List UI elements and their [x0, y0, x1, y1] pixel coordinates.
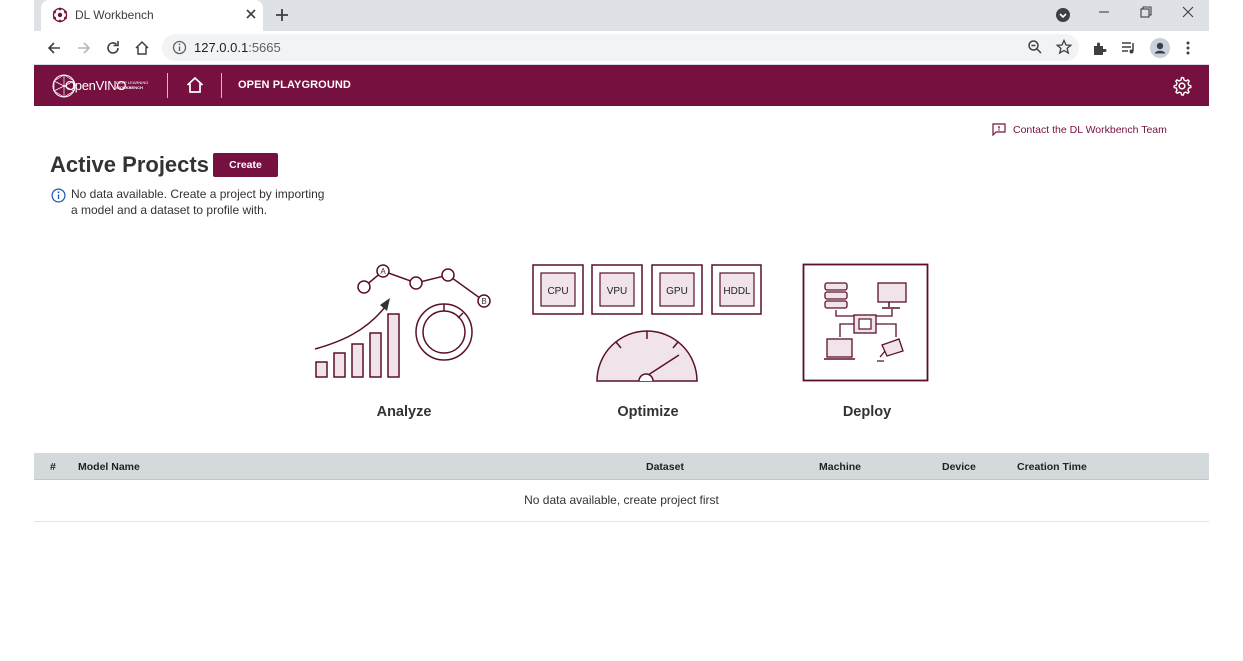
browser-toolbar: 127.0.0.1:5665: [34, 31, 1209, 65]
create-project-button[interactable]: Create: [213, 153, 278, 177]
contact-team-label: Contact the DL Workbench Team: [1013, 124, 1167, 136]
optimize-label: Optimize: [617, 404, 679, 420]
deploy-feature: [802, 263, 929, 383]
empty-table-message: No data available, create project first: [524, 493, 719, 507]
profile-icon[interactable]: [1150, 38, 1170, 58]
restore-icon[interactable]: [1138, 4, 1154, 20]
url-text: 127.0.0.1:5665: [194, 40, 281, 55]
tab-search-icon[interactable]: [1056, 8, 1070, 22]
zoom-icon[interactable]: [1026, 38, 1044, 56]
logo-subtext: DEEP LEARNING WORKBENCH: [116, 80, 149, 90]
extensions-icon[interactable]: [1091, 39, 1109, 57]
browser-chrome: DL Workbench 127.0.0.1:5665: [34, 0, 1209, 65]
projects-table-header: # Model Name Dataset Machine Device Crea…: [34, 453, 1209, 480]
cpu-label: CPU: [547, 286, 568, 297]
header-divider: [221, 73, 222, 98]
deploy-label: Deploy: [842, 404, 892, 420]
column-header-device[interactable]: Device: [942, 461, 976, 473]
info-icon: [51, 188, 66, 203]
analyze-feature: A B: [310, 262, 500, 382]
table-row: No data available, create project first: [34, 480, 1209, 522]
app-header: OpenVINO DEEP LEARNING WORKBENCH OPEN PL…: [34, 65, 1209, 106]
gear-icon[interactable]: [1172, 76, 1192, 96]
media-icon[interactable]: [1120, 39, 1138, 57]
no-projects-message: No data available. Create a project by i…: [71, 187, 325, 217]
home-icon[interactable]: [185, 75, 205, 95]
feedback-icon: [992, 123, 1006, 136]
deploy-illustration-icon: [802, 263, 929, 382]
analyze-illustration-icon: A B: [314, 264, 491, 378]
plus-icon[interactable]: [272, 5, 292, 25]
browser-tab[interactable]: DL Workbench: [41, 0, 263, 31]
optimize-illustration-icon: CPU VPU GPU HDDL: [532, 264, 762, 382]
reload-icon[interactable]: [104, 39, 122, 57]
openvino-logo[interactable]: OpenVINO DEEP LEARNING WORKBENCH: [50, 71, 154, 101]
vpu-label: VPU: [607, 286, 628, 297]
header-divider: [167, 73, 168, 98]
home-icon[interactable]: [133, 39, 151, 57]
column-header-machine[interactable]: Machine: [819, 461, 861, 473]
point-b-label: B: [481, 297, 486, 306]
menu-icon[interactable]: [1179, 39, 1197, 57]
favicon-icon: [52, 7, 68, 23]
optimize-feature: CPU VPU GPU HDDL: [531, 263, 763, 383]
close-window-icon[interactable]: [1180, 4, 1196, 20]
tab-title: DL Workbench: [75, 8, 154, 22]
back-icon[interactable]: [45, 39, 63, 57]
column-header-dataset[interactable]: Dataset: [646, 461, 684, 473]
column-header-creation-time[interactable]: Creation Time: [1017, 461, 1087, 473]
close-icon[interactable]: [243, 6, 259, 22]
info-icon[interactable]: [172, 40, 187, 55]
tab-strip: DL Workbench: [34, 0, 1209, 31]
page-title: Active Projects: [50, 152, 209, 177]
gpu-label: GPU: [666, 286, 688, 297]
open-playground-link[interactable]: OPEN PLAYGROUND: [238, 79, 351, 91]
column-header-model-name[interactable]: Model Name: [78, 461, 140, 473]
point-a-label: A: [380, 267, 386, 276]
analyze-label: Analyze: [376, 404, 432, 420]
minimize-icon[interactable]: [1096, 4, 1112, 20]
hddl-label: HDDL: [723, 286, 751, 297]
star-icon[interactable]: [1055, 38, 1073, 56]
forward-icon[interactable]: [75, 39, 93, 57]
column-header-index[interactable]: #: [50, 461, 56, 473]
address-bar[interactable]: 127.0.0.1:5665: [162, 34, 1079, 61]
